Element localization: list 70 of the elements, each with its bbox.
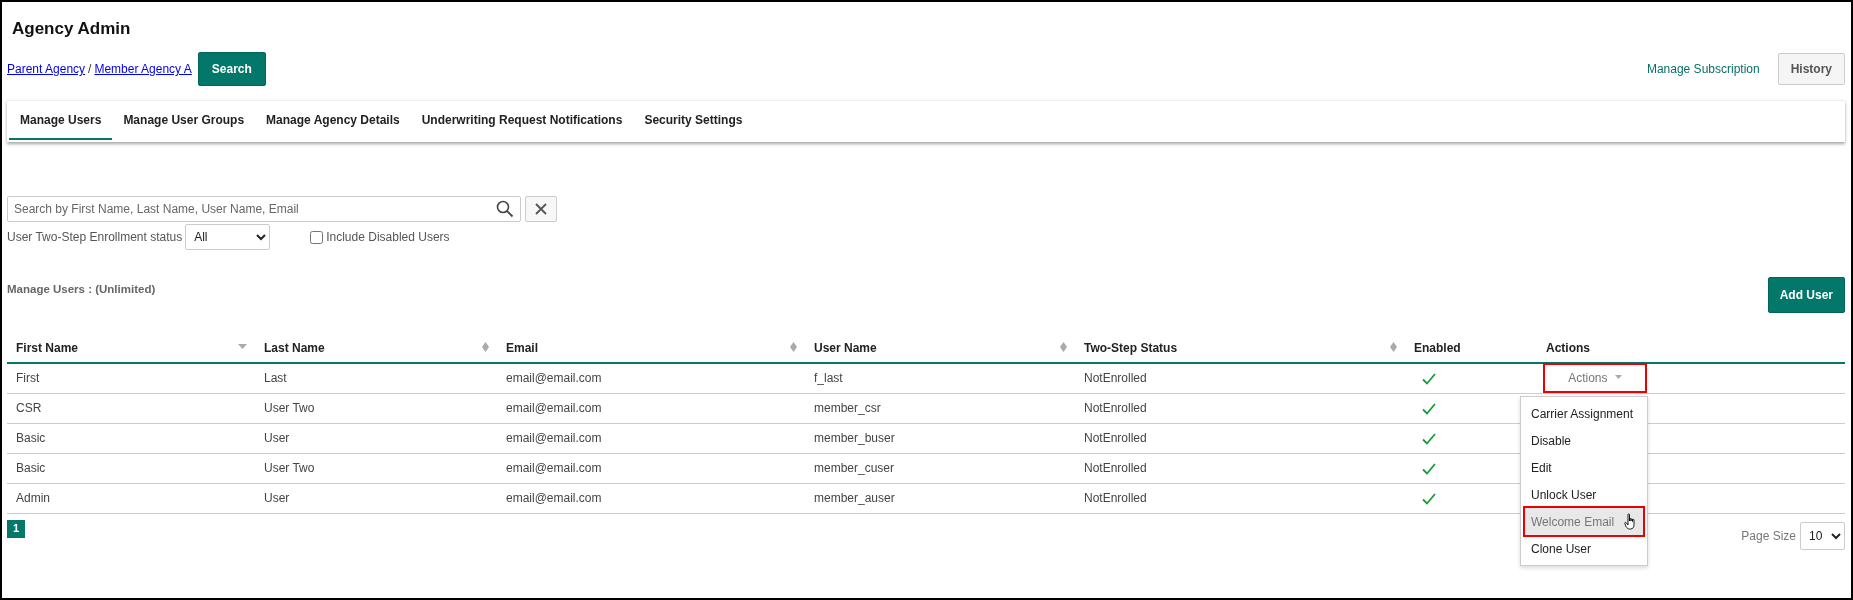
column-header[interactable]: User Name [814, 340, 877, 355]
table-cell: member_auser [814, 491, 895, 505]
tab[interactable]: Security Settings [633, 101, 754, 140]
table-cell: CSR [16, 401, 42, 415]
page-button[interactable]: 1 [7, 519, 25, 538]
menu-item[interactable]: Welcome Email [1525, 508, 1643, 535]
table-cell: Last [264, 371, 287, 386]
sort-icon[interactable] [482, 342, 489, 352]
table-cell: NotEnrolled [1084, 431, 1147, 445]
sort-icon[interactable] [1390, 342, 1397, 352]
table-cell: email@email.com [506, 431, 602, 445]
menu-item[interactable]: Carrier Assignment [1525, 400, 1643, 427]
column-header[interactable]: Last Name [264, 340, 325, 355]
table-cell: Basic [16, 461, 46, 475]
actions-dropdown[interactable]: Actions [1545, 365, 1645, 392]
table-cell: member_buser [814, 431, 895, 445]
table-cell: Basic [16, 431, 46, 445]
table-cell: User [264, 431, 290, 445]
table-cell: email@email.com [506, 371, 602, 386]
tab[interactable]: Underwriting Request Notifications [410, 101, 634, 140]
sort-icon[interactable] [790, 342, 797, 352]
menu-item[interactable]: Clone User [1525, 535, 1643, 562]
menu-item[interactable]: Edit [1525, 454, 1643, 481]
search-icon[interactable] [496, 200, 514, 218]
tab[interactable]: Manage User Groups [112, 101, 256, 140]
table-cell: email@email.com [506, 461, 602, 475]
breadcrumb-link[interactable]: Member Agency A [94, 60, 192, 78]
tab[interactable]: Manage Agency Details [255, 101, 411, 140]
page-size-label: Page Size [1741, 527, 1796, 545]
table-cell: member_cuser [814, 461, 895, 475]
enrollment-status-select[interactable]: All [185, 224, 271, 250]
column-header[interactable]: Two-Step Status [1084, 340, 1178, 355]
menu-item[interactable]: Disable [1525, 427, 1643, 454]
column-header[interactable]: Email [506, 340, 538, 355]
table-cell: NotEnrolled [1084, 491, 1147, 505]
page-title: Agency Admin [12, 18, 132, 40]
enrollment-status-label: User Two-Step Enrollment status [7, 229, 183, 246]
column-header[interactable]: Enabled [1414, 340, 1461, 355]
include-disabled-label: Include Disabled Users [326, 229, 450, 246]
table-cell: email@email.com [506, 491, 602, 505]
table-cell: User Two [264, 461, 315, 475]
manage-subscription-link[interactable]: Manage Subscription [1646, 60, 1760, 78]
column-header[interactable]: First Name [16, 340, 79, 355]
table-cell: NotEnrolled [1084, 371, 1147, 386]
hand-cursor-icon [1624, 513, 1637, 530]
table-cell: Admin [16, 491, 50, 505]
table-cell: f_last [814, 371, 843, 386]
search-button[interactable]: Search [197, 52, 266, 86]
clear-button[interactable] [525, 196, 557, 222]
add-user-button[interactable]: Add User [1767, 277, 1845, 313]
tab[interactable]: Manage Users [9, 101, 113, 140]
table-cell: User Two [264, 401, 315, 415]
table-cell: First [16, 371, 40, 386]
page-size-select[interactable]: 10 [1800, 521, 1845, 550]
close-icon [535, 203, 547, 215]
users-count-label: Manage Users : (Unlimited) [7, 282, 156, 297]
caret-icon [1614, 375, 1622, 381]
table-cell: NotEnrolled [1084, 401, 1147, 415]
table-cell: member_csr [814, 401, 881, 415]
table-cell: NotEnrolled [1084, 461, 1147, 475]
sort-descending-icon[interactable] [238, 344, 247, 350]
table-cell: User [264, 491, 290, 505]
history-button[interactable]: History [1777, 53, 1845, 85]
menu-item[interactable]: Unlock User [1525, 481, 1643, 508]
breadcrumb-separator: / [88, 61, 92, 78]
column-header[interactable]: Actions [1546, 340, 1590, 355]
breadcrumb-link[interactable]: Parent Agency [7, 60, 86, 78]
table-cell: email@email.com [506, 401, 602, 415]
search-field[interactable]: Search by First Name, Last Name, User Name, Email [7, 196, 521, 222]
sort-icon[interactable] [1060, 342, 1067, 352]
